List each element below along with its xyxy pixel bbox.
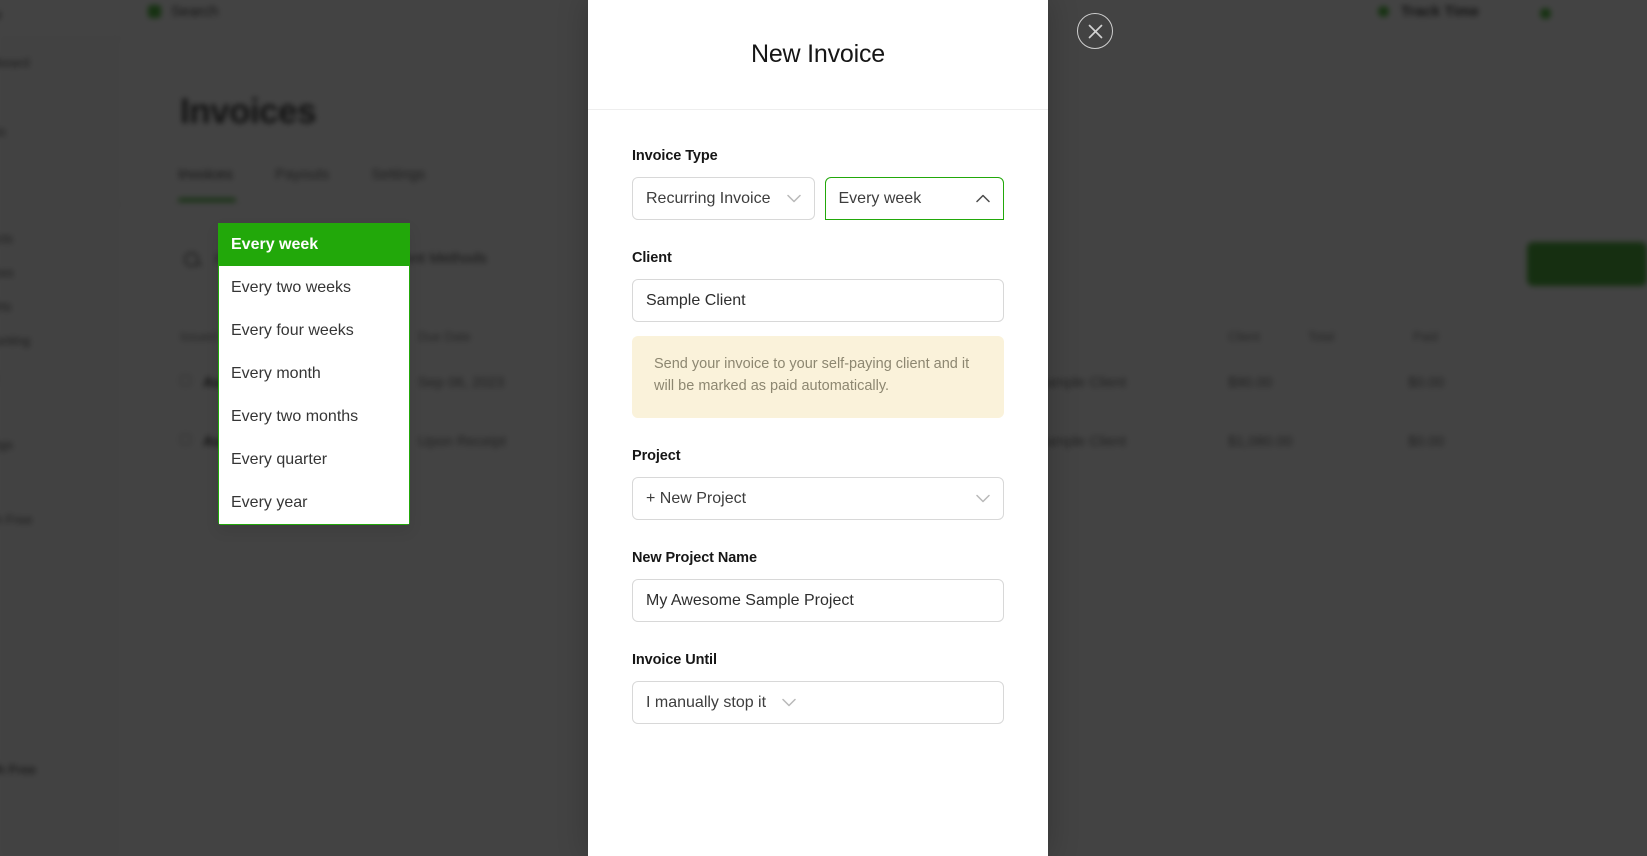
client-input[interactable]: Sample Client [632,279,1004,322]
dropdown-option-every-month[interactable]: Every month [219,352,409,395]
notice-text: Send your invoice to your self-paying cl… [654,356,970,395]
new-project-name-value: My Awesome Sample Project [646,591,854,609]
invoice-frequency-value: Every week [838,189,922,207]
invoice-until-select[interactable]: I manually stop it [632,681,1004,724]
new-project-name-label: New Project Name [632,550,757,566]
dropdown-option-every-two-weeks[interactable]: Every two weeks [219,266,409,309]
project-value: + New Project [646,489,747,507]
invoice-frequency-dropdown[interactable]: Every week Every two weeks Every four we… [218,223,410,525]
dropdown-option-every-week[interactable]: Every week [219,223,409,266]
invoice-frequency-select[interactable]: Every week [824,177,1004,220]
project-label: Project [632,448,681,464]
new-invoice-modal: New Invoice Invoice Type Recurring Invoi… [588,0,1048,856]
new-project-name-input[interactable]: My Awesome Sample Project [632,579,1004,622]
client-label: Client [632,250,672,266]
project-select[interactable]: + New Project [632,477,1004,520]
dropdown-option-every-quarter[interactable]: Every quarter [219,438,409,481]
dropdown-option-every-two-months[interactable]: Every two months [219,395,409,438]
close-icon[interactable] [1077,13,1113,49]
chevron-down-icon [976,494,990,503]
invoice-type-label: Invoice Type [632,148,718,164]
dropdown-option-every-year[interactable]: Every year [219,481,409,524]
modal-body: Invoice Type Recurring Invoice Every wee… [588,110,1048,724]
chevron-up-icon [976,194,990,203]
invoice-type-value: Recurring Invoice [646,189,771,207]
chevron-down-icon [786,194,801,203]
invoice-type-row: Recurring Invoice Every week [632,177,1004,220]
self-paying-notice: Send your invoice to your self-paying cl… [632,336,1004,418]
invoice-until-label: Invoice Until [632,652,717,668]
chevron-down-icon [782,698,796,707]
dropdown-option-every-four-weeks[interactable]: Every four weeks [219,309,409,352]
modal-title: New Invoice [751,40,885,68]
client-value: Sample Client [646,291,746,309]
modal-header: New Invoice [588,0,1048,110]
invoice-until-value: I manually stop it [646,693,767,711]
invoice-type-select[interactable]: Recurring Invoice [632,177,815,220]
